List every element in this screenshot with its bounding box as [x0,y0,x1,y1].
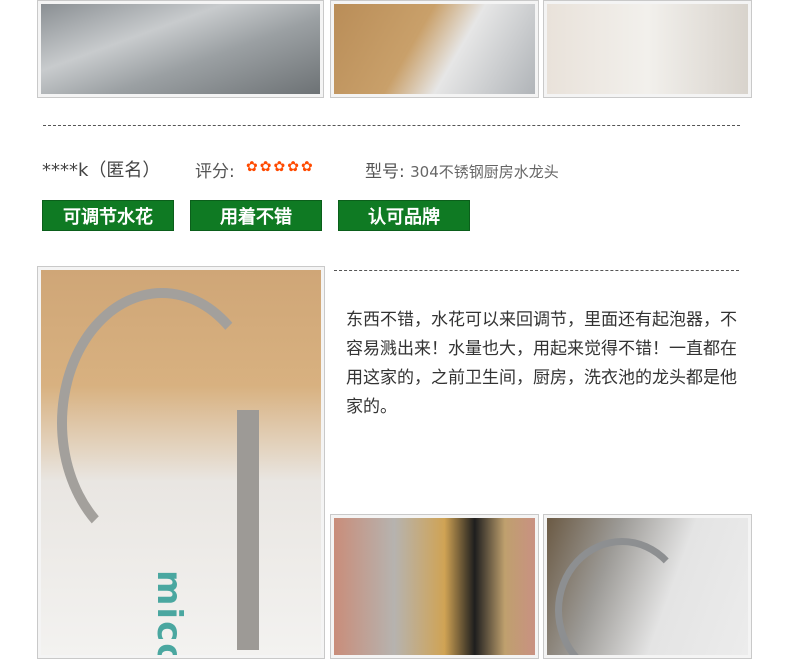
review-text: 东西不错，水花可以来回调节，里面还有起泡器，不容易溅出来！水量也大，用起来觉得不… [346,310,737,417]
top-photo-sink[interactable] [37,0,324,98]
top-photo-box[interactable] [330,0,539,98]
main-photo[interactable]: micoe [37,266,325,659]
star-icon: ✿ [287,159,299,175]
photo-image [334,518,535,655]
rating-label: 评分: [195,162,235,182]
photo-image [334,4,535,94]
divider-line [43,125,740,126]
faucet-shape [57,288,267,558]
review-tag: 用着不错 [190,200,322,231]
model-label: 型号: [365,162,405,182]
bottom-photo-hose[interactable] [330,514,539,659]
divider-line [334,270,739,271]
review-tag: 可调节水花 [42,200,174,231]
star-icon: ✿ [300,159,313,175]
reviewer-name: ****k（匿名） [42,160,161,181]
faucet-body [237,410,259,650]
photo-image: micoe [41,270,321,655]
top-photo-hand[interactable] [543,0,752,98]
model-info: 型号: 304不锈钢厨房水龙头 [365,157,559,182]
photo-image [547,518,748,655]
bottom-photo-package[interactable] [543,514,752,659]
star-icon: ✿ [259,159,272,175]
star-icon: ✿ [273,159,286,175]
photo-image [547,4,748,94]
faucet-shape [555,538,689,655]
rating-stars: ✿ ✿ ✿ ✿ ✿ [246,159,313,175]
model-value: 304不锈钢厨房水龙头 [410,163,559,181]
star-icon: ✿ [246,159,258,175]
brand-text: micoe [149,570,189,655]
review-tag: 认可品牌 [338,200,470,231]
photo-image [41,4,320,94]
